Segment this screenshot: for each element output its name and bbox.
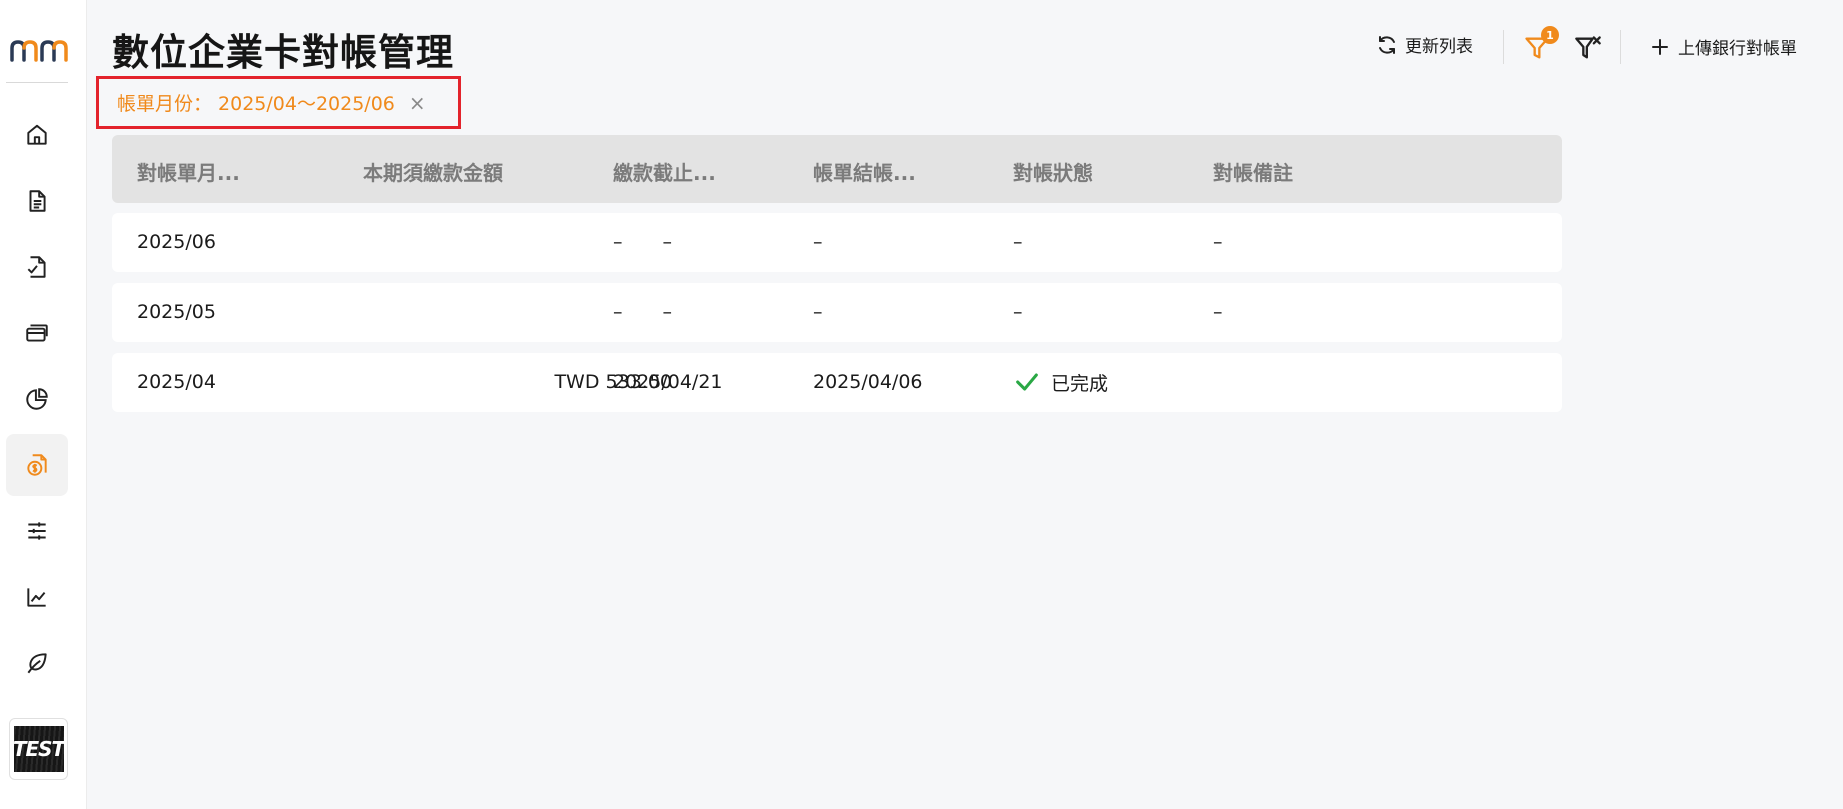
nav-sustainability[interactable] [6, 632, 68, 694]
document-check-icon [27, 256, 46, 278]
leaf-icon [27, 653, 47, 674]
nav-cards[interactable] [6, 302, 68, 364]
nav-documents[interactable] [6, 170, 68, 232]
cell-status: – [1013, 301, 1023, 323]
home-icon [27, 124, 47, 145]
app-logo[interactable] [9, 36, 69, 64]
column-header-status[interactable]: 對帳狀態 [1013, 157, 1093, 186]
upload-bank-statement-label: 上傳銀行對帳單 [1678, 39, 1797, 59]
status-label: 已完成 [1051, 372, 1109, 395]
avatar-image: TEST [13, 726, 65, 772]
cell-status: 已完成 [1013, 368, 1108, 396]
cell-amount: – [662, 301, 673, 323]
upload-bank-statement-button[interactable]: 上傳銀行對帳單 [1648, 34, 1797, 59]
column-header-closing-date[interactable]: 帳單結帳... [813, 157, 916, 186]
cell-status: – [1013, 231, 1023, 253]
dollar-document-icon [27, 454, 47, 476]
user-avatar[interactable]: TEST [9, 718, 68, 780]
column-header-statement-month[interactable]: 對帳單月... [137, 157, 240, 186]
column-header-note[interactable]: 對帳備註 [1213, 157, 1293, 186]
line-chart-icon [27, 588, 46, 607]
cell-due-date: – [613, 301, 623, 323]
toolbar-divider [1620, 30, 1621, 64]
cell-due-date: 2025/04/21 [613, 371, 723, 393]
cell-closing-date: – [813, 301, 823, 323]
toolbar-divider [1503, 30, 1504, 64]
cell-month: 2025/05 [137, 301, 216, 323]
cell-due-date: – [613, 231, 623, 253]
cell-month: 2025/04 [137, 371, 216, 393]
cell-closing-date: 2025/04/06 [813, 371, 923, 393]
nav-home[interactable] [6, 104, 68, 166]
cell-note: – [1213, 301, 1223, 323]
table-row[interactable]: 2025/05 – – – – – [112, 283, 1562, 342]
pie-chart-icon [26, 388, 48, 410]
cards-icon [26, 324, 48, 342]
column-header-payment-deadline[interactable]: 繳款截止... [613, 157, 716, 186]
refresh-list-label: 更新列表 [1405, 37, 1473, 57]
page-title: 數位企業卡對帳管理 [112, 31, 454, 74]
plus-icon [1652, 38, 1668, 55]
filter-count-badge: 1 [1541, 26, 1559, 44]
nav-analytics[interactable] [6, 368, 68, 430]
document-icon [29, 190, 46, 212]
cell-month: 2025/06 [137, 231, 216, 253]
nav-reconciliation[interactable] [6, 434, 68, 496]
column-header-amount-due[interactable]: 本期須繳款金額 [363, 157, 503, 186]
table-row[interactable]: 2025/04 TWD 533.00 2025/04/21 2025/04/06… [112, 353, 1562, 412]
clear-filter-icon[interactable] [1574, 34, 1602, 62]
refresh-list-button[interactable]: 更新列表 [1375, 32, 1473, 57]
nav-document-check[interactable] [6, 236, 68, 298]
sidebar: TEST [0, 0, 87, 809]
filter-chip-label: 帳單月份： [117, 93, 213, 115]
cell-closing-date: – [813, 231, 823, 253]
table-header: 對帳單月... 本期須繳款金額 繳款截止... 帳單結帳... 對帳狀態 對帳備… [112, 135, 1562, 203]
cell-amount: – [662, 231, 673, 253]
nav-settings[interactable] [6, 500, 68, 562]
logo-divider [6, 82, 68, 83]
refresh-icon [1379, 35, 1395, 54]
cell-note: – [1213, 231, 1223, 253]
sliders-icon [28, 522, 46, 540]
filter-chip-month[interactable]: 帳單月份： 2025/04～2025/06 × [117, 89, 426, 116]
check-icon [1016, 373, 1038, 391]
close-icon[interactable]: × [409, 91, 426, 115]
table-row[interactable]: 2025/06 – – – – – [112, 213, 1562, 272]
filter-chip-value: 2025/04～2025/06 [218, 93, 395, 115]
nav-reports[interactable] [6, 566, 68, 628]
